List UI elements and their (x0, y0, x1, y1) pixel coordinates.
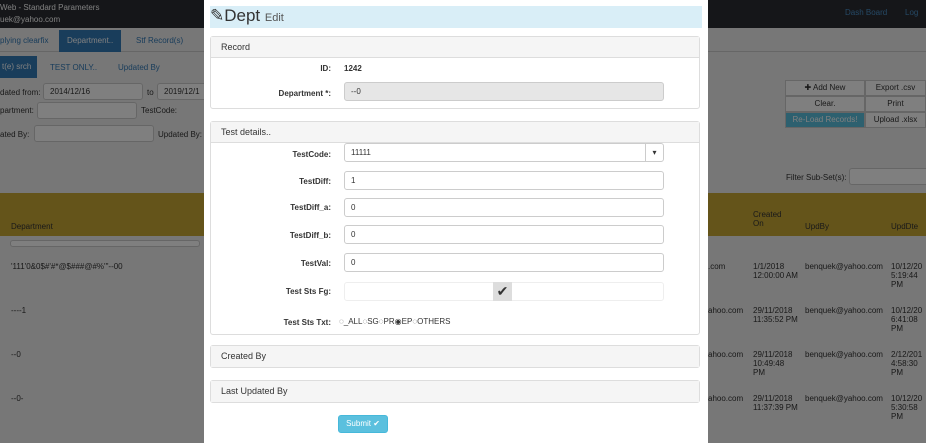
radio-label: SG (367, 317, 379, 326)
checkbox-checked-icon[interactable]: ✔ (493, 282, 512, 301)
edit-dept-modal: ✎Dept Edit Record ID: 1242 Department *:… (204, 0, 708, 443)
testdiff-a-input[interactable]: 0 (344, 198, 664, 217)
testdiff-b-input[interactable]: 0 (344, 225, 664, 244)
submit-button[interactable]: Submit ✔ (338, 415, 388, 433)
created-by-panel[interactable]: Created By (210, 345, 700, 368)
radio-label: _ALL (343, 317, 363, 326)
department-label: Department *: (278, 89, 331, 98)
testdiff-label: TestDiff: (299, 177, 331, 186)
testcode-select[interactable]: 11111 ▾ (344, 143, 664, 162)
created-by-heading[interactable]: Created By (211, 346, 699, 367)
testdiff-input[interactable]: 1 (344, 171, 664, 190)
last-updated-by-heading[interactable]: Last Updated By (211, 381, 699, 402)
testval-label: TestVal: (300, 259, 331, 268)
id-value: 1242 (344, 64, 362, 73)
department-field[interactable]: --0 (344, 82, 664, 101)
test-sts-fg-label: Test Sts Fg: (285, 287, 331, 296)
test-sts-txt-radios: ◌_ALL◌SG◌PR◉EP◌OTHERS (339, 317, 450, 326)
radio-label: PR (383, 317, 395, 326)
id-label: ID: (320, 64, 331, 73)
testval-input[interactable]: 0 (344, 253, 664, 272)
testcode-label: TestCode: (292, 150, 331, 159)
radio-label: OTHERS (417, 317, 451, 326)
radio-label: EP (401, 317, 413, 326)
test-details-heading: Test details.. (211, 122, 699, 143)
test-sts-txt-label: Test Sts Txt: (283, 318, 331, 327)
modal-title-text: Dept (224, 6, 261, 25)
last-updated-by-panel[interactable]: Last Updated By (210, 380, 700, 403)
testcode-value: 11111 (351, 148, 371, 157)
testdiff-a-label: TestDiff_a: (290, 203, 331, 212)
test-sts-fg-field: ✔ (344, 282, 664, 301)
pencil-icon: ✎ (210, 6, 225, 25)
modal-title-suffix: Edit (264, 12, 284, 24)
record-heading: Record (211, 37, 699, 58)
testdiff-b-label: TestDiff_b: (289, 231, 331, 240)
test-details-panel: Test details.. TestCode: 11111 ▾ TestDiff… (210, 121, 700, 335)
record-panel: Record ID: 1242 Department *: --0 (210, 36, 700, 109)
radio-ep-selected[interactable]: ◉ (395, 317, 402, 326)
chevron-down-icon[interactable]: ▾ (645, 144, 663, 161)
modal-title: ✎Dept Edit (210, 6, 702, 28)
